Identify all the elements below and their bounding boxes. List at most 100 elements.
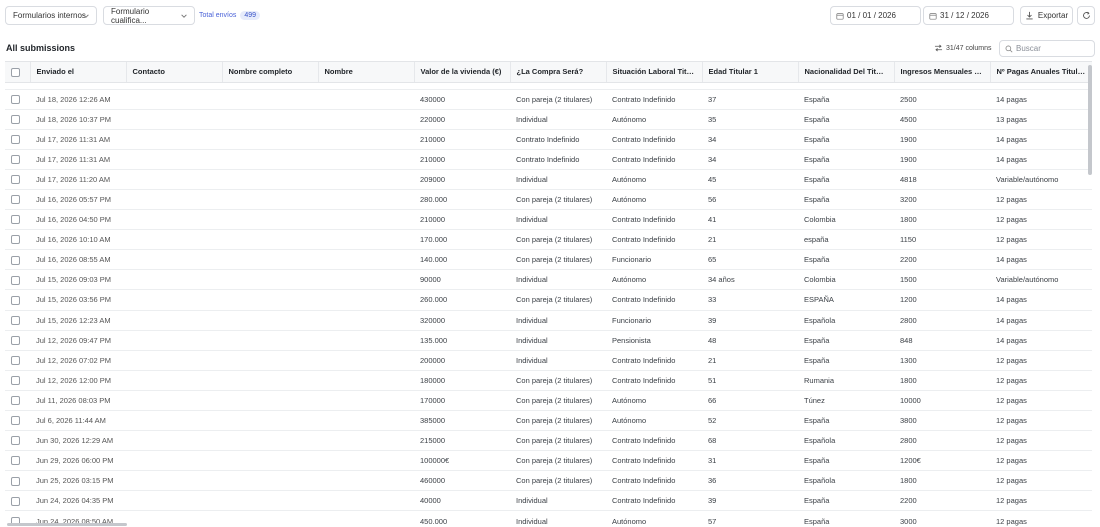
table-row[interactable]: Jun 24, 2026 04:35 PM 40000 Individual Cont… (5, 490, 1092, 512)
refresh-button[interactable] (1077, 6, 1095, 25)
row-checkbox[interactable] (11, 416, 20, 426)
row-select-cell[interactable] (5, 229, 30, 251)
row-select-cell[interactable] (5, 370, 30, 391)
row-checkbox[interactable] (11, 94, 20, 104)
row-select-cell[interactable] (5, 109, 30, 130)
table-cell: 31 (702, 450, 798, 472)
row-select-cell[interactable] (5, 470, 30, 492)
row-checkbox[interactable] (11, 155, 20, 165)
table-row[interactable]: Jul 15, 2026 03:56 PM 260.000 Con pareja (… (5, 289, 1092, 311)
row-select-cell[interactable] (5, 310, 30, 331)
table-cell (222, 289, 318, 311)
row-select-cell[interactable] (5, 149, 30, 170)
search-box[interactable] (999, 40, 1095, 57)
column-header[interactable]: Nacionalidad Del Titular... (798, 62, 895, 83)
select-all-checkbox[interactable] (11, 67, 20, 77)
export-button[interactable]: Exportar (1020, 6, 1073, 25)
row-select-cell[interactable] (5, 390, 30, 412)
row-select-cell[interactable] (5, 89, 30, 110)
row-checkbox[interactable] (11, 195, 20, 205)
row-checkbox[interactable] (11, 215, 20, 225)
table-cell: Española (798, 430, 894, 452)
table-row[interactable]: Jul 16, 2026 04:50 PM 210000 Individual Con… (5, 209, 1092, 231)
row-select-cell[interactable] (5, 490, 30, 512)
row-select-cell[interactable] (5, 169, 30, 190)
table-row[interactable]: Jul 16, 2026 10:10 AM 170.000 Con pareja (… (5, 229, 1092, 251)
column-header[interactable]: Enviado el (30, 62, 127, 83)
vertical-scrollbar[interactable] (1087, 63, 1093, 527)
row-select-cell[interactable] (5, 249, 30, 271)
table-row[interactable]: Jul 16, 2026 05:57 PM 280.000 Con pareja (… (5, 189, 1092, 211)
row-checkbox[interactable] (11, 376, 20, 386)
row-checkbox[interactable] (11, 255, 20, 265)
table-cell: 68 (702, 430, 798, 452)
row-checkbox[interactable] (11, 436, 20, 446)
table-row[interactable]: Jul 17, 2026 11:20 AM 209000 Individual Aut… (5, 169, 1092, 190)
table-row[interactable]: Jun 29, 2026 06:00 PM 100000€ Con pareja (… (5, 450, 1092, 472)
column-header[interactable]: ¿La Compra Será? (510, 62, 607, 83)
table-row[interactable]: Jul 16, 2026 08:55 AM 140.000 Con pareja (… (5, 249, 1092, 271)
row-checkbox[interactable] (11, 275, 20, 285)
date-from-input[interactable]: 01 / 01 / 2026 (830, 6, 921, 25)
row-checkbox[interactable] (11, 496, 20, 506)
table-row[interactable]: Jul 12, 2026 09:47 PM 135.000 Individual Pe… (5, 330, 1092, 351)
column-header[interactable]: Ingresos Mensuales Tit... (894, 62, 991, 83)
table-cell (126, 229, 222, 251)
table-cell: 36 (702, 470, 798, 492)
row-checkbox[interactable] (11, 396, 20, 406)
table-row[interactable]: Jul 18, 2026 12:26 AM 430000 Con pareja (2… (5, 89, 1092, 110)
row-select-cell[interactable] (5, 430, 30, 452)
row-checkbox[interactable] (11, 335, 20, 345)
select-all-cell[interactable] (5, 62, 31, 83)
search-input[interactable] (1016, 44, 1086, 53)
column-header[interactable]: Valor de la vivienda (€) (414, 62, 511, 83)
vertical-scroll-thumb[interactable] (1088, 65, 1092, 175)
table-row[interactable]: Jul 17, 2026 11:31 AM 210000 Contrato Inde… (5, 149, 1092, 170)
column-header[interactable]: Edad Titular 1 (702, 62, 799, 83)
column-header[interactable]: Contacto (126, 62, 223, 83)
table-row[interactable]: Jul 11, 2026 08:03 PM 170000 Con pareja (2… (5, 390, 1092, 412)
columns-toggle[interactable]: 31/47 columns (934, 44, 992, 52)
table-cell: Jul 15, 2026 03:56 PM (30, 289, 126, 311)
date-to-input[interactable]: 31 / 12 / 2026 (923, 6, 1014, 25)
table-row[interactable]: Jul 15, 2026 12:23 AM 320000 Individual Fun… (5, 310, 1092, 331)
row-checkbox[interactable] (11, 235, 20, 245)
table-row[interactable]: Jul 12, 2026 07:02 PM 200000 Individual Con… (5, 350, 1092, 371)
table-cell: España (798, 410, 894, 432)
table-row[interactable]: Jul 12, 2026 12:00 PM 180000 Con pareja (2… (5, 370, 1092, 391)
row-select-cell[interactable] (5, 330, 30, 351)
table-row[interactable]: Jul 18, 2026 10:37 PM 220000 Individual Aut… (5, 109, 1092, 130)
row-select-cell[interactable] (5, 129, 30, 150)
column-header[interactable]: Nombre completo (222, 62, 319, 83)
row-select-cell[interactable] (5, 189, 30, 211)
column-header[interactable]: Nº Pagas Anuales Titula... (990, 62, 1092, 83)
row-checkbox[interactable] (11, 295, 20, 305)
table-cell (222, 129, 318, 150)
row-checkbox[interactable] (11, 134, 20, 144)
row-checkbox[interactable] (11, 356, 20, 366)
table-row[interactable]: Jun 25, 2026 03:15 PM 460000 Con pareja (2… (5, 470, 1092, 492)
table-cell: España (798, 109, 894, 130)
row-checkbox[interactable] (11, 315, 20, 325)
row-select-cell[interactable] (5, 289, 30, 311)
horizontal-scrollbar[interactable] (5, 522, 1085, 527)
column-header[interactable]: Situación Laboral Titula... (606, 62, 703, 83)
row-checkbox[interactable] (11, 476, 20, 486)
table-row[interactable]: Jul 17, 2026 11:31 AM 210000 Contrato Inde… (5, 129, 1092, 150)
row-checkbox[interactable] (11, 175, 20, 185)
row-select-cell[interactable] (5, 410, 30, 432)
row-select-cell[interactable] (5, 269, 30, 291)
row-select-cell[interactable] (5, 350, 30, 371)
form-name-dropdown[interactable]: Formulario cualifica... (103, 6, 195, 25)
table-cell (318, 470, 414, 492)
row-select-cell[interactable] (5, 209, 30, 231)
horizontal-scroll-thumb[interactable] (7, 523, 127, 526)
form-type-dropdown[interactable]: Formularios internos (5, 6, 97, 25)
row-checkbox[interactable] (11, 114, 20, 124)
row-select-cell[interactable] (5, 450, 30, 472)
row-checkbox[interactable] (11, 456, 20, 466)
table-row[interactable]: Jul 6, 2026 11:44 AM 385000 Con pareja (2 … (5, 410, 1092, 432)
table-row[interactable]: Jun 30, 2026 12:29 AM 215000 Con pareja (2… (5, 430, 1092, 452)
table-row[interactable]: Jul 15, 2026 09:03 PM 90000 Individual Autó… (5, 269, 1092, 291)
column-header[interactable]: Nombre (318, 62, 415, 83)
